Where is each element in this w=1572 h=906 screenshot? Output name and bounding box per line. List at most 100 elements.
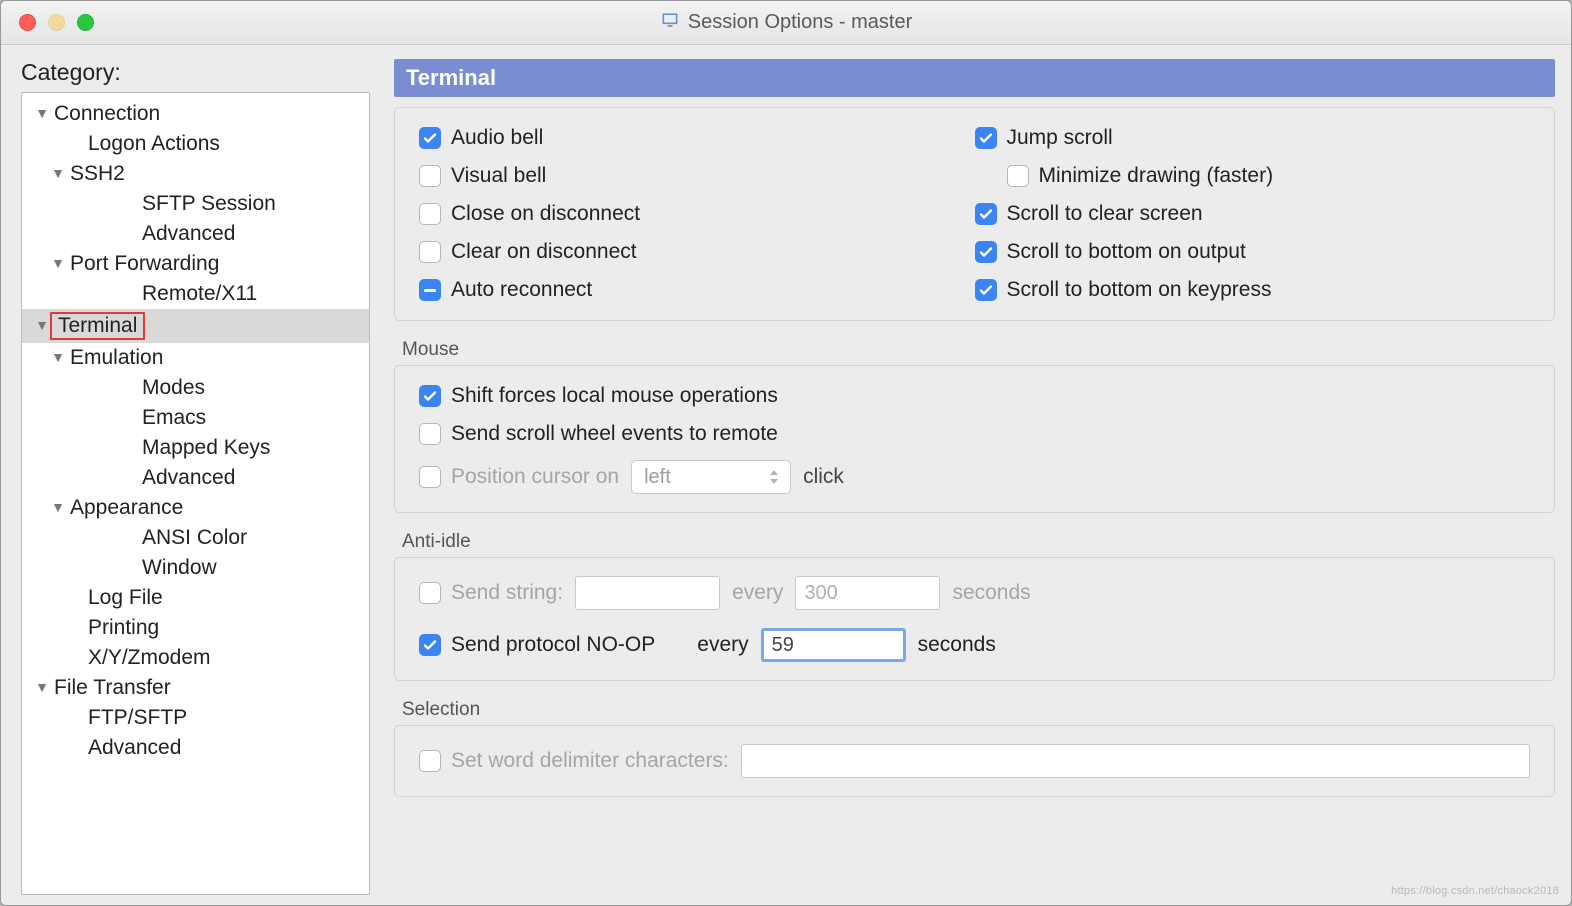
- tree-label: Terminal: [50, 312, 145, 340]
- minimize-window-button[interactable]: [48, 14, 65, 31]
- mouse-group-title: Mouse: [402, 339, 1555, 361]
- visual-bell-checkbox[interactable]: Visual bell: [419, 164, 975, 188]
- jump-scroll-checkbox[interactable]: Jump scroll: [975, 126, 1531, 150]
- checkbox-label: Send protocol NO-OP: [451, 633, 655, 657]
- tree-item-emacs[interactable]: Emacs: [22, 403, 369, 433]
- tree-item-mapped-keys[interactable]: Mapped Keys: [22, 433, 369, 463]
- checkbox-label: Auto reconnect: [451, 278, 592, 302]
- tree-label: Logon Actions: [84, 132, 220, 156]
- check-icon: [1007, 165, 1029, 187]
- tree-label: Appearance: [66, 496, 183, 520]
- titlebar: Session Options - master: [1, 1, 1571, 45]
- tree-item-ansi-color[interactable]: ANSI Color: [22, 523, 369, 553]
- check-icon: [419, 165, 441, 187]
- tree-item-port-forwarding[interactable]: ▼Port Forwarding: [22, 249, 369, 279]
- send-string-input[interactable]: [575, 576, 720, 610]
- cursor-button-select[interactable]: left: [631, 460, 791, 494]
- stepper-icon: [768, 468, 780, 486]
- check-icon: [975, 279, 997, 301]
- tree-item-connection[interactable]: ▼Connection: [22, 99, 369, 129]
- app-icon: [660, 10, 680, 36]
- check-icon: [419, 750, 441, 772]
- tree-item-emulation[interactable]: ▼Emulation: [22, 343, 369, 373]
- category-tree[interactable]: ▼Connection Logon Actions ▼SSH2 SFTP Ses…: [21, 92, 370, 895]
- tree-label: Advanced: [138, 466, 235, 490]
- scroll-bottom-output-checkbox[interactable]: Scroll to bottom on output: [975, 240, 1531, 264]
- tree-item-file-transfer[interactable]: ▼File Transfer: [22, 673, 369, 703]
- string-interval-input[interactable]: [795, 576, 940, 610]
- tree-label: Emacs: [138, 406, 206, 430]
- selection-group: Set word delimiter characters:: [394, 725, 1555, 797]
- checkbox-label: Visual bell: [451, 164, 546, 188]
- chevron-down-icon: ▼: [50, 255, 66, 271]
- close-on-disconnect-checkbox[interactable]: Close on disconnect: [419, 202, 975, 226]
- chevron-down-icon: ▼: [34, 105, 50, 121]
- word-delim-input[interactable]: [741, 744, 1530, 778]
- main-panel: Terminal Audio bell Visual bell Close on…: [386, 45, 1571, 905]
- window-title: Session Options - master: [1, 10, 1571, 36]
- column-right: Jump scroll Minimize drawing (faster) Sc…: [975, 126, 1531, 302]
- tree-item-window[interactable]: Window: [22, 553, 369, 583]
- section-header: Terminal: [394, 59, 1555, 97]
- tree-label: Remote/X11: [138, 282, 257, 306]
- position-cursor-checkbox[interactable]: Position cursor on: [419, 465, 619, 489]
- tree-item-modes[interactable]: Modes: [22, 373, 369, 403]
- tree-item-appearance[interactable]: ▼Appearance: [22, 493, 369, 523]
- checkbox-label: Scroll to bottom on keypress: [1007, 278, 1272, 302]
- tree-label: ANSI Color: [138, 526, 247, 550]
- shift-local-mouse-checkbox[interactable]: Shift forces local mouse operations: [419, 384, 1530, 408]
- checkbox-label: Send scroll wheel events to remote: [451, 422, 778, 446]
- tree-item-advanced-ft[interactable]: Advanced: [22, 733, 369, 763]
- traffic-lights: [1, 14, 94, 31]
- mixed-icon: [419, 279, 441, 301]
- send-string-row: Send string: every seconds: [419, 576, 1530, 610]
- auto-reconnect-checkbox[interactable]: Auto reconnect: [419, 278, 975, 302]
- checkbox-label: Shift forces local mouse operations: [451, 384, 778, 408]
- close-window-button[interactable]: [19, 14, 36, 31]
- chevron-down-icon: ▼: [34, 679, 50, 695]
- tree-label: Modes: [138, 376, 205, 400]
- check-icon: [419, 127, 441, 149]
- click-label: click: [803, 465, 844, 489]
- checkbox-label: Clear on disconnect: [451, 240, 637, 264]
- tree-item-sftp-session[interactable]: SFTP Session: [22, 189, 369, 219]
- tree-item-ftp-sftp[interactable]: FTP/SFTP: [22, 703, 369, 733]
- audio-bell-checkbox[interactable]: Audio bell: [419, 126, 975, 150]
- tree-item-printing[interactable]: Printing: [22, 613, 369, 643]
- tree-item-xyzmodem[interactable]: X/Y/Zmodem: [22, 643, 369, 673]
- send-noop-checkbox[interactable]: Send protocol NO-OP: [419, 633, 655, 657]
- tree-label: Emulation: [66, 346, 163, 370]
- send-wheel-remote-checkbox[interactable]: Send scroll wheel events to remote: [419, 422, 1530, 446]
- word-delim-checkbox[interactable]: Set word delimiter characters:: [419, 749, 729, 773]
- tree-label: Advanced: [138, 222, 235, 246]
- check-icon: [975, 241, 997, 263]
- zoom-window-button[interactable]: [77, 14, 94, 31]
- checkbox-label: Minimize drawing (faster): [1039, 164, 1274, 188]
- checkbox-label: Send string:: [451, 581, 563, 605]
- tree-label: Connection: [50, 102, 160, 126]
- minimize-drawing-checkbox[interactable]: Minimize drawing (faster): [1007, 164, 1531, 188]
- tree-item-logon-actions[interactable]: Logon Actions: [22, 129, 369, 159]
- tree-item-ssh2[interactable]: ▼SSH2: [22, 159, 369, 189]
- tree-label: File Transfer: [50, 676, 171, 700]
- noop-interval-input[interactable]: [761, 628, 906, 662]
- position-cursor-row: Position cursor on left click: [419, 460, 1530, 494]
- send-string-checkbox[interactable]: Send string:: [419, 581, 563, 605]
- tree-item-log-file[interactable]: Log File: [22, 583, 369, 613]
- scroll-bottom-keypress-checkbox[interactable]: Scroll to bottom on keypress: [975, 278, 1531, 302]
- chevron-down-icon: ▼: [34, 317, 50, 333]
- tree-item-remote-x11[interactable]: Remote/X11: [22, 279, 369, 309]
- every-label: every: [697, 633, 748, 657]
- send-noop-row: Send protocol NO-OP every seconds: [419, 628, 1530, 662]
- tree-label: FTP/SFTP: [84, 706, 187, 730]
- selection-group-title: Selection: [402, 699, 1555, 721]
- scroll-clear-screen-checkbox[interactable]: Scroll to clear screen: [975, 202, 1531, 226]
- clear-on-disconnect-checkbox[interactable]: Clear on disconnect: [419, 240, 975, 264]
- seconds-label: seconds: [952, 581, 1030, 605]
- tree-label: Window: [138, 556, 217, 580]
- tree-item-advanced-ssh2[interactable]: Advanced: [22, 219, 369, 249]
- checkbox-label: Jump scroll: [1007, 126, 1113, 150]
- check-icon: [419, 423, 441, 445]
- tree-item-advanced-emu[interactable]: Advanced: [22, 463, 369, 493]
- tree-item-terminal[interactable]: ▼Terminal: [22, 309, 369, 343]
